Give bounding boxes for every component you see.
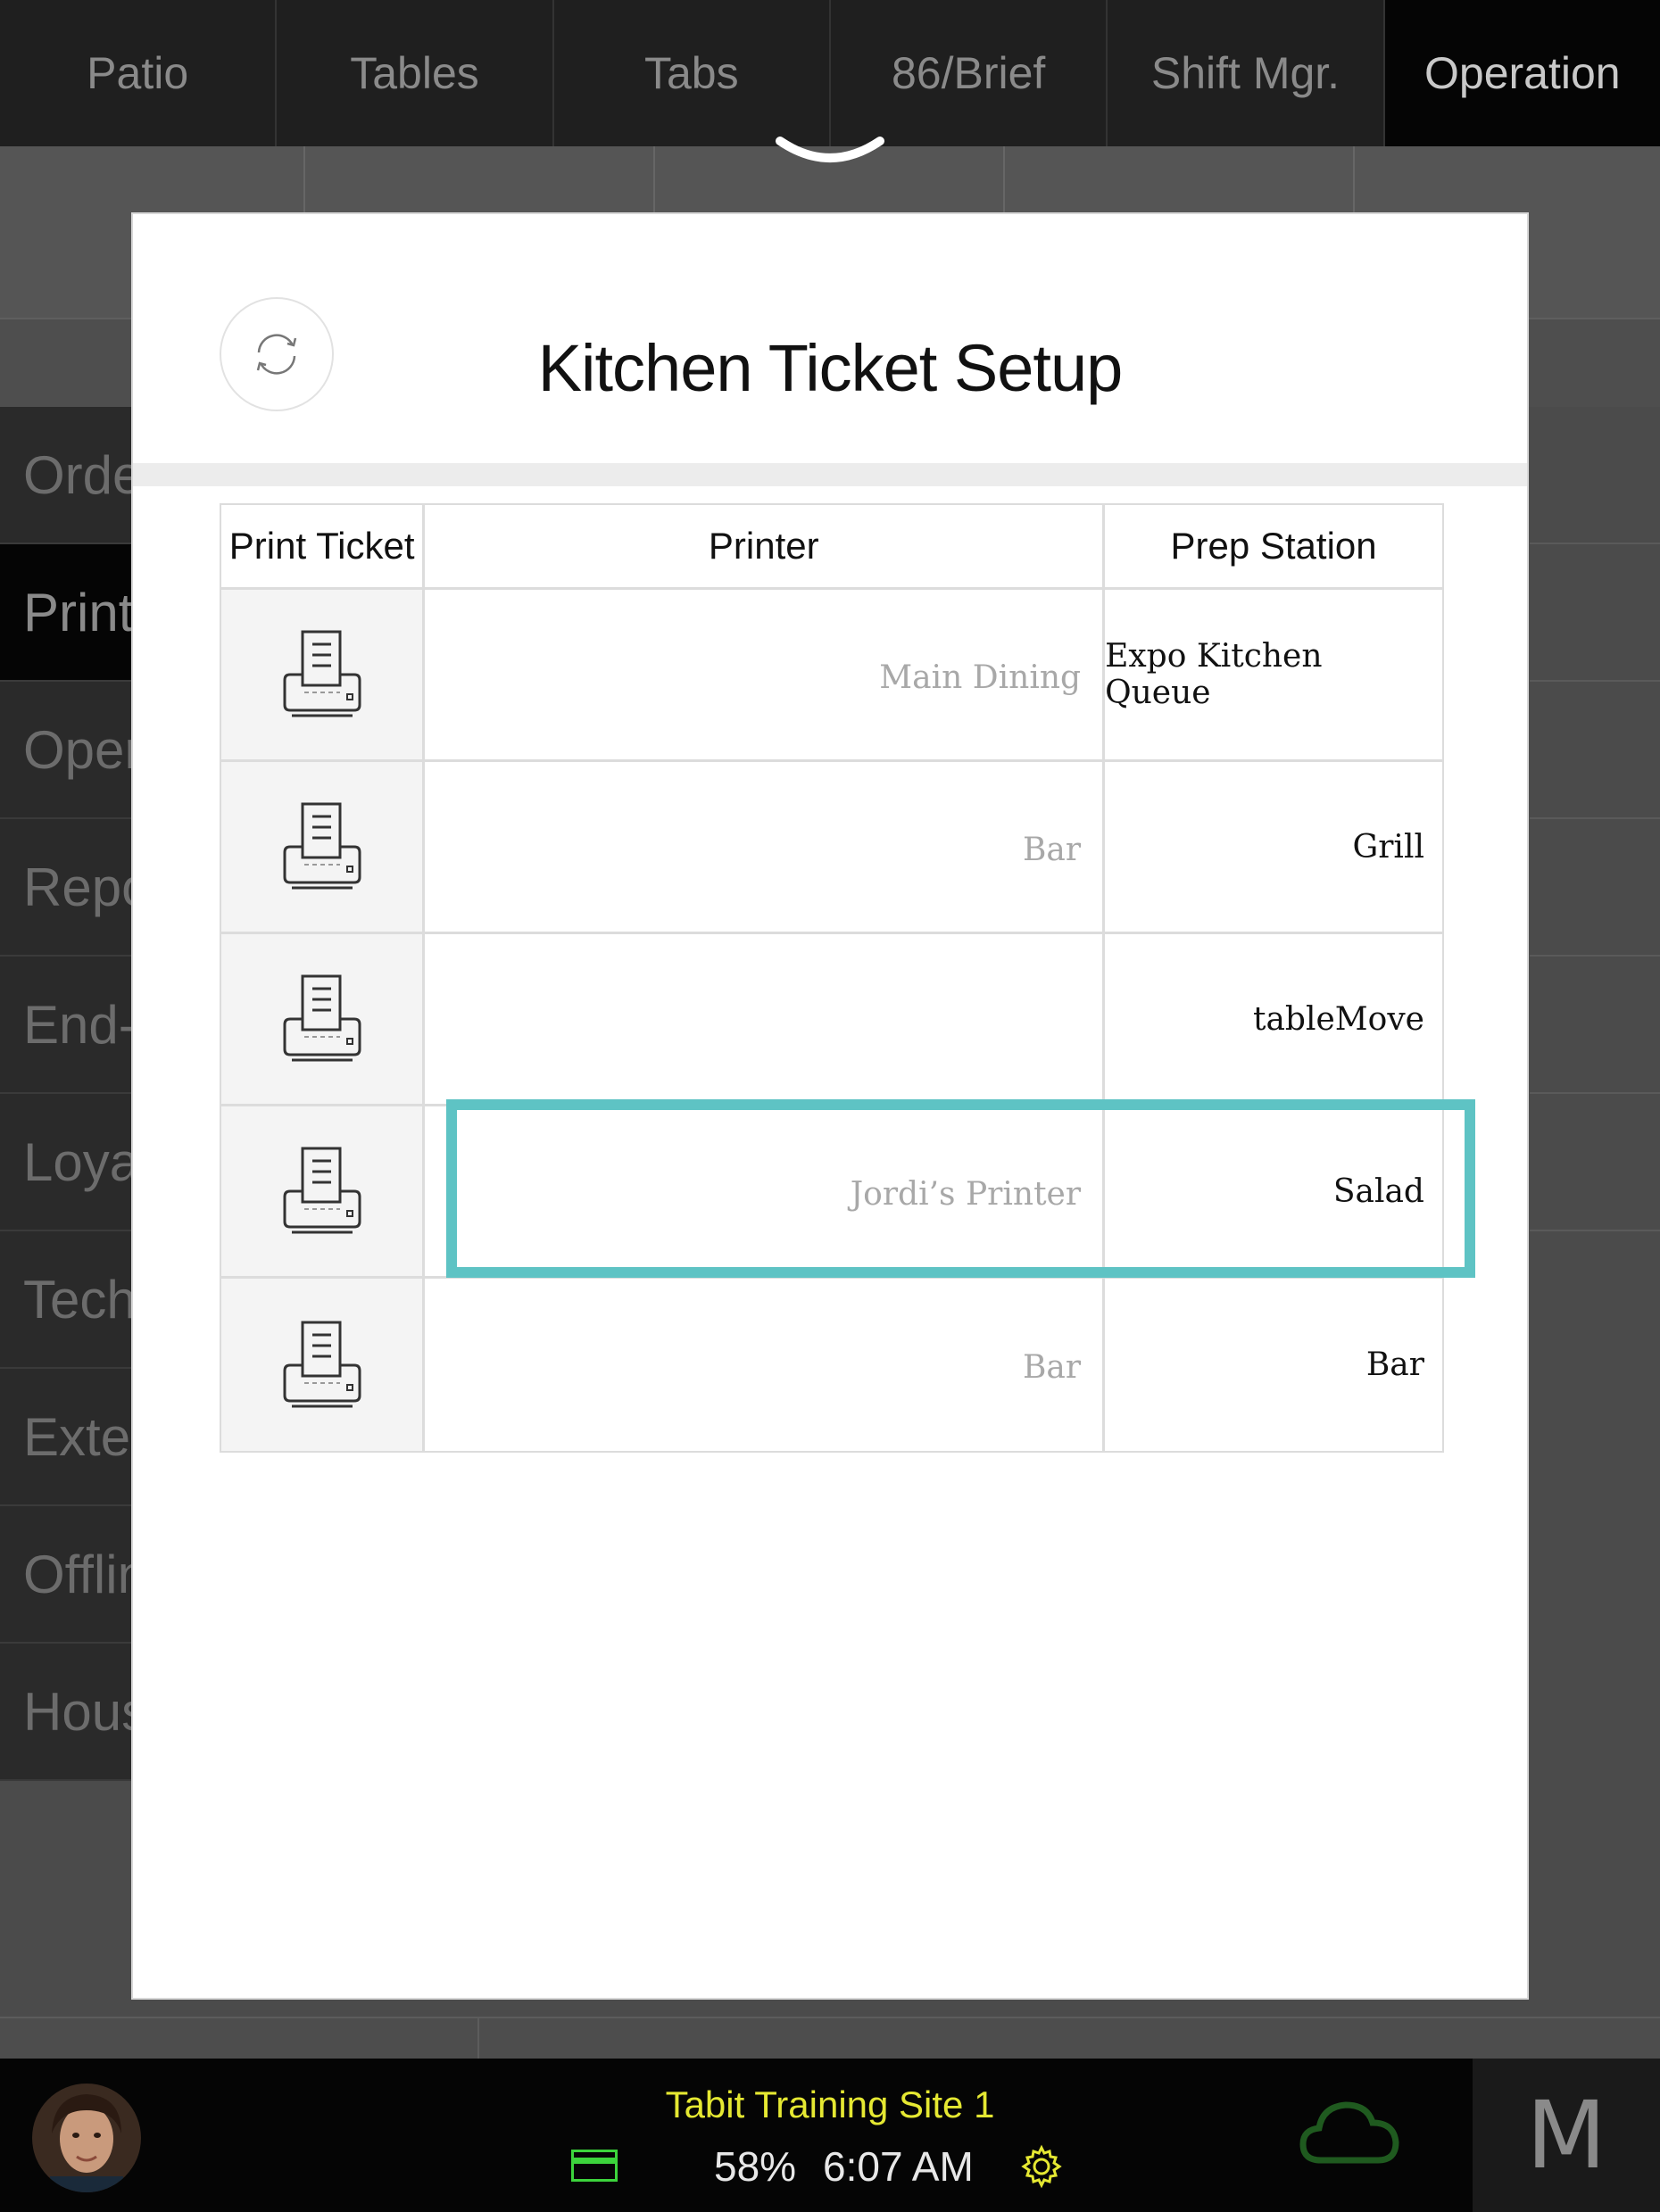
column-header-prep-station: Prep Station bbox=[1170, 525, 1377, 567]
table-row[interactable]: tableMove bbox=[221, 934, 1442, 1106]
chevron-down-icon[interactable] bbox=[775, 136, 885, 180]
printer-icon bbox=[283, 974, 361, 1062]
tab-shift-mgr[interactable]: Shift Mgr. bbox=[1108, 0, 1385, 146]
tab-tables[interactable]: Tables bbox=[277, 0, 554, 146]
side-menu-item[interactable]: End- bbox=[0, 957, 134, 1094]
prep-station-cell: Expo Kitchen Queue bbox=[1105, 638, 1323, 711]
background-right-rows bbox=[1530, 407, 1660, 1299]
prep-station-cell: Salad bbox=[1332, 1172, 1424, 1210]
side-menu: Orde Print Oper Repo End- Loya Tech Exte… bbox=[0, 407, 134, 1785]
status-indicators: 58% 6:07 AM bbox=[571, 2142, 1071, 2196]
site-name: Tabit Training Site 1 bbox=[665, 2084, 995, 2125]
top-nav: Patio Tables Tabs 86/Brief Shift Mgr. Op… bbox=[0, 0, 1660, 146]
side-menu-item[interactable]: Oper bbox=[0, 682, 134, 819]
printer-cell[interactable]: Jordi’s Printer bbox=[425, 1106, 1106, 1276]
side-menu-item[interactable]: Tech bbox=[0, 1231, 134, 1369]
print-ticket-button[interactable] bbox=[221, 1279, 426, 1451]
side-menu-item[interactable]: Repo bbox=[0, 819, 134, 957]
dialog-title: Kitchen Ticket Setup bbox=[537, 331, 1124, 405]
printer-icon bbox=[283, 802, 361, 890]
printer-icon bbox=[283, 1321, 361, 1407]
prep-station-cell: Grill bbox=[1352, 828, 1424, 866]
tab-patio[interactable]: Patio bbox=[0, 0, 278, 146]
tab-86-brief[interactable]: 86/Brief bbox=[830, 0, 1108, 146]
gear-icon[interactable] bbox=[1019, 2144, 1064, 2189]
battery-level: 58% bbox=[714, 2143, 797, 2190]
tab-tabs[interactable]: Tabs bbox=[553, 0, 831, 146]
side-menu-item-active[interactable]: Print bbox=[0, 544, 134, 682]
side-menu-item[interactable]: Offlin bbox=[0, 1506, 134, 1644]
printer-icon bbox=[283, 630, 361, 717]
background-bottom-strip bbox=[0, 2017, 1660, 2061]
side-menu-item[interactable]: Orde bbox=[0, 407, 134, 544]
side-menu-item[interactable]: Loya bbox=[0, 1094, 134, 1231]
kitchen-ticket-table: Print Ticket Printer Prep Station Main D… bbox=[220, 503, 1444, 1453]
side-menu-item[interactable]: Hous bbox=[0, 1644, 134, 1781]
print-ticket-button[interactable] bbox=[221, 762, 426, 932]
printer-cell[interactable]: Bar bbox=[425, 1279, 1106, 1451]
print-ticket-button[interactable] bbox=[221, 934, 426, 1104]
side-menu-item[interactable]: Exter bbox=[0, 1369, 134, 1506]
cloud-icon bbox=[1299, 2101, 1399, 2164]
divider bbox=[133, 463, 1527, 486]
user-initial-button[interactable]: M bbox=[1473, 2059, 1660, 2212]
table-row[interactable]: Main Dining Expo Kitchen Queue bbox=[221, 590, 1442, 762]
bottom-status-bar: Tabit Training Site 1 58% 6:07 AM M bbox=[0, 2059, 1660, 2212]
column-header-print-ticket: Print Ticket bbox=[221, 505, 426, 587]
credit-card-icon bbox=[571, 2150, 618, 2182]
prep-station-cell: tableMove bbox=[1253, 1000, 1424, 1038]
table-row[interactable]: Bar Grill bbox=[221, 762, 1442, 934]
printer-cell[interactable]: Bar bbox=[425, 762, 1106, 932]
tab-operation[interactable]: Operation bbox=[1384, 0, 1660, 146]
table-row[interactable]: Jordi’s Printer Salad bbox=[221, 1106, 1442, 1279]
printer-cell[interactable] bbox=[425, 934, 1106, 1104]
prep-station-cell: Bar bbox=[1365, 1346, 1424, 1383]
print-ticket-button[interactable] bbox=[221, 1106, 426, 1276]
printer-cell[interactable]: Main Dining bbox=[425, 590, 1106, 759]
clock: 6:07 AM bbox=[823, 2143, 974, 2190]
table-row[interactable]: Bar Bar bbox=[221, 1279, 1442, 1451]
kitchen-ticket-setup-dialog: Kitchen Ticket Setup Print Ticket Printe… bbox=[131, 212, 1529, 2000]
table-header: Print Ticket Printer Prep Station bbox=[221, 505, 1442, 590]
column-header-printer: Printer bbox=[425, 505, 1106, 587]
printer-icon bbox=[283, 1147, 361, 1234]
print-ticket-button[interactable] bbox=[221, 590, 426, 759]
